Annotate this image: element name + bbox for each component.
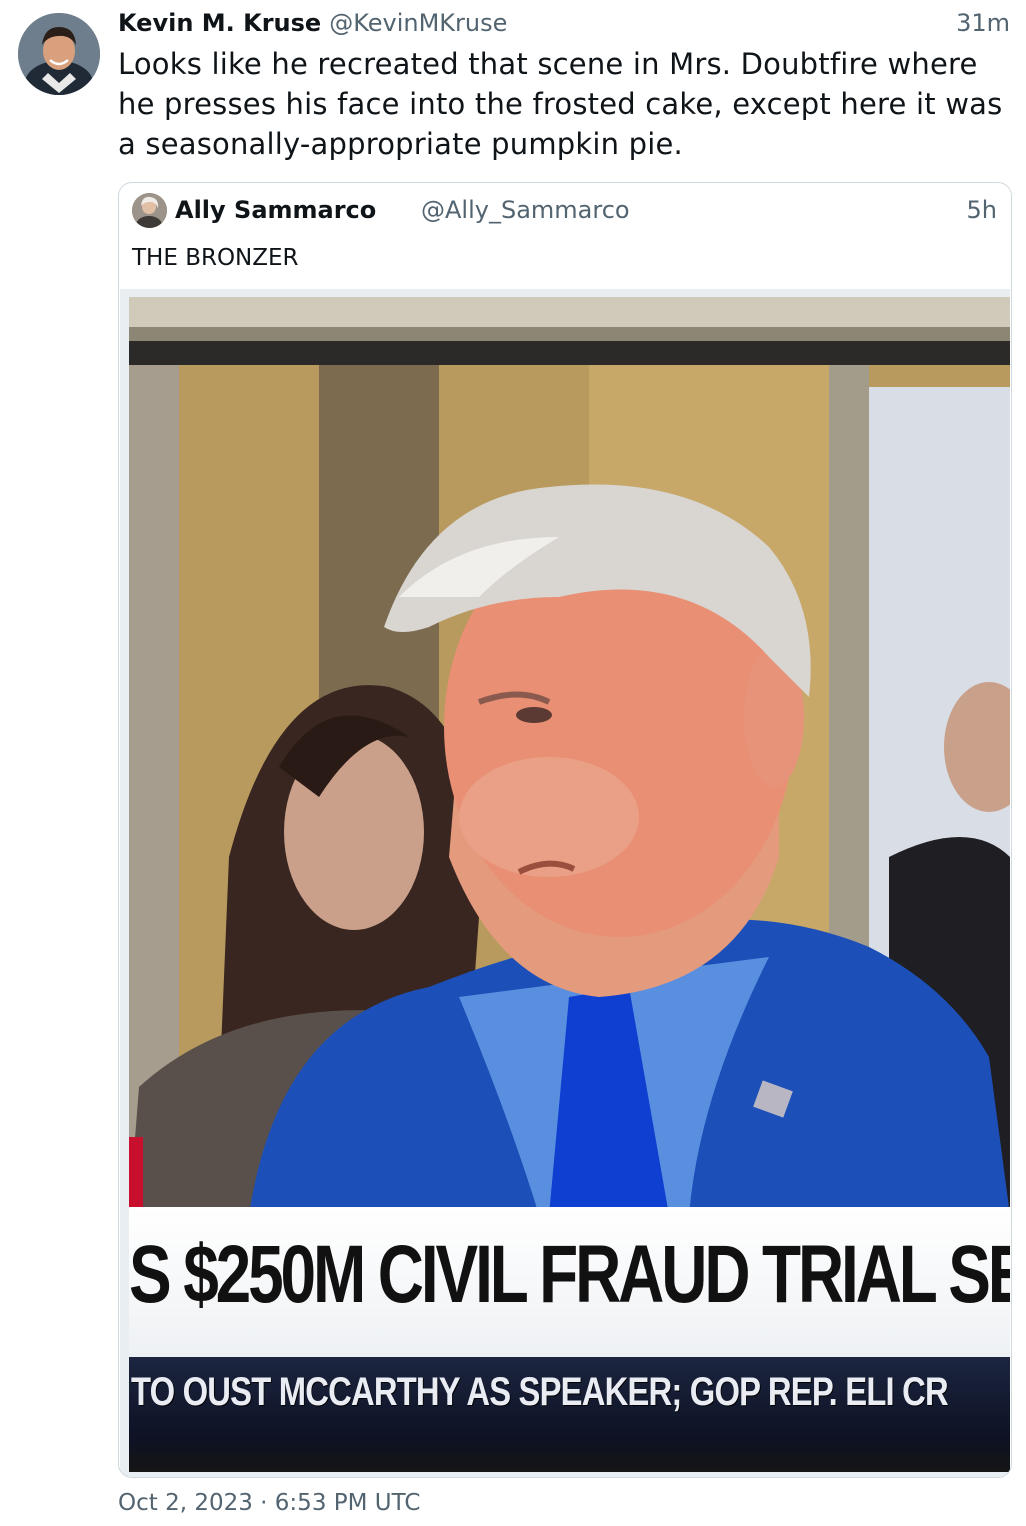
quoted-media[interactable]: S $250M CIVIL FRAUD TRIAL SET TO B TO OU… <box>120 289 1010 1477</box>
author-avatar[interactable] <box>18 13 100 95</box>
chyron-text: S $250M CIVIL FRAUD TRIAL SET TO B <box>129 1229 1010 1320</box>
quoted-author-name: Ally Sammarco <box>175 196 377 224</box>
tweet-text: Looks like he recreated that scene in Mr… <box>118 47 1003 161</box>
news-chyron: S $250M CIVIL FRAUD TRIAL SET TO B <box>129 1207 1010 1357</box>
quoted-tweet-time: 5h <box>966 196 997 224</box>
tv-screen-photo[interactable]: S $250M CIVIL FRAUD TRIAL SET TO B TO OU… <box>129 297 1010 1472</box>
tweet-header: Kevin M. Kruse @KevinMKruse 31m <box>118 8 1012 38</box>
quoted-author-avatar[interactable] <box>132 193 167 228</box>
tweet: Kevin M. Kruse @KevinMKruse 31m Looks lik… <box>0 0 1026 1526</box>
author-handle[interactable]: @KevinMKruse <box>329 9 507 37</box>
author-name[interactable]: Kevin M. Kruse <box>118 9 321 37</box>
quoted-tweet-text: THE BRONZER <box>132 245 299 271</box>
quoted-author-handle: @Ally_Sammarco <box>421 196 630 224</box>
tweet-timestamp[interactable]: Oct 2, 2023 · 6:53 PM UTC <box>118 1488 420 1518</box>
ticker-text: TO OUST MCCARTHY AS SPEAKER; GOP REP. EL… <box>131 1370 949 1414</box>
tweet-time[interactable]: 31m <box>956 8 1010 38</box>
news-ticker: TO OUST MCCARTHY AS SPEAKER; GOP REP. EL… <box>129 1357 1010 1472</box>
quoted-tweet[interactable]: Ally Sammarco @Ally_Sammarco 5h THE BRON… <box>118 182 1012 1478</box>
